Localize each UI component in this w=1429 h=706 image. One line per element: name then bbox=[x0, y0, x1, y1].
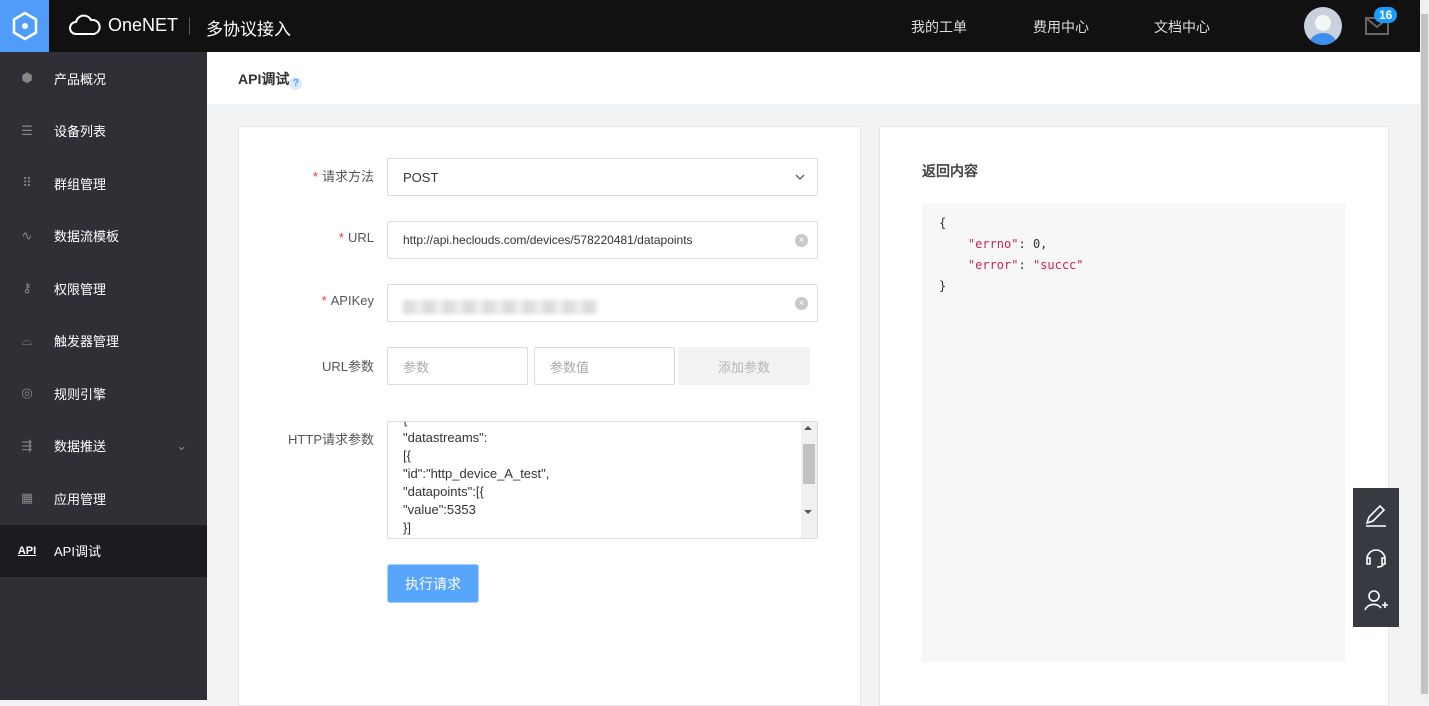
chevron-down-icon[interactable]: ⌄ bbox=[176, 438, 187, 454]
nav-tickets[interactable]: 我的工单 bbox=[911, 17, 967, 37]
sidebar-item-8[interactable]: ▦ 应用管理 bbox=[0, 472, 207, 525]
param-key-input[interactable]: 参数 bbox=[387, 347, 528, 385]
sidebar-item-1[interactable]: ☰ 设备列表 bbox=[0, 105, 207, 158]
request-panel bbox=[238, 126, 861, 706]
list-icon: ☰ bbox=[21, 122, 33, 138]
redacted-apikey bbox=[403, 300, 598, 314]
cube-icon: ⬢ bbox=[21, 70, 33, 86]
add-user-icon[interactable] bbox=[1363, 587, 1389, 613]
add-param-button[interactable]: 添加参数 bbox=[678, 347, 810, 385]
body-textarea[interactable]: { "datastreams": [{ "id":"http_device_A_… bbox=[387, 421, 818, 539]
sidebar-item-label: 数据流模板 bbox=[54, 229, 120, 245]
stream-icon: ∿ bbox=[21, 227, 33, 243]
page-title: API调试 bbox=[238, 71, 290, 87]
sidebar-item-label: API调试 bbox=[54, 544, 101, 560]
sidebar-item-0[interactable]: ⬢ 产品概况 bbox=[0, 52, 207, 105]
clear-icon[interactable]: × bbox=[795, 297, 808, 310]
sidebar-item-label: 数据推送 bbox=[54, 439, 107, 455]
execute-request-button[interactable]: 执行请求 bbox=[387, 564, 479, 603]
sidebar-item-3[interactable]: ∿ 数据流模板 bbox=[0, 210, 207, 263]
apikey-input[interactable]: × bbox=[387, 284, 818, 322]
grid-dots-icon: ⠿ bbox=[22, 175, 32, 191]
response-content: { "errno": 0, "error": "succc" } bbox=[922, 203, 1345, 662]
brand-logo[interactable]: OneNET bbox=[68, 14, 178, 36]
method-label: * 请求方法 bbox=[312, 169, 374, 184]
sidebar-item-label: 产品概况 bbox=[54, 71, 107, 87]
page-header: API调试? bbox=[207, 52, 1420, 104]
edit-icon[interactable] bbox=[1363, 502, 1389, 528]
sidebar-item-label: 应用管理 bbox=[54, 491, 107, 507]
top-bar: OneNET 多协议接入 我的工单 费用中心 文档中心 16 bbox=[0, 0, 1420, 52]
user-avatar-icon bbox=[1309, 15, 1337, 45]
sidebar-item-9[interactable]: API API调试 bbox=[0, 524, 207, 577]
home-logo-button[interactable] bbox=[0, 0, 49, 52]
nav-docs[interactable]: 文档中心 bbox=[1154, 17, 1210, 37]
avatar[interactable] bbox=[1304, 7, 1342, 45]
sidebar-item-label: 权限管理 bbox=[54, 281, 107, 297]
nav-billing[interactable]: 费用中心 bbox=[1033, 17, 1089, 37]
sidebar-item-6[interactable]: ◎ 规则引擎 bbox=[0, 367, 207, 420]
product-title: 多协议接入 bbox=[206, 20, 291, 39]
key-icon: ⚷ bbox=[22, 280, 32, 296]
floating-toolbar bbox=[1353, 488, 1399, 627]
trigger-icon: ⌓ bbox=[21, 332, 33, 348]
url-label: * URL bbox=[338, 230, 374, 245]
sidebar-item-7[interactable]: ⇶ 数据推送 ⌄ bbox=[0, 420, 207, 473]
textarea-scrollbar[interactable] bbox=[801, 422, 817, 538]
hexagon-icon bbox=[12, 11, 37, 41]
sidebar-item-label: 设备列表 bbox=[54, 124, 107, 140]
sidebar-item-4[interactable]: ⚷ 权限管理 bbox=[0, 262, 207, 315]
body-label: HTTP请求参数 bbox=[288, 432, 374, 447]
page-scrollbar[interactable] bbox=[1420, 0, 1429, 700]
apikey-label: * APIKey bbox=[321, 293, 374, 308]
sidebar: ⬢ 产品概况 ☰ 设备列表 ⠿ 群组管理 ∿ 数据流模板 ⚷ 权限管理 ⌓ 触发器管理 ◎ 规则引擎 ⇶ 数据… bbox=[0, 52, 207, 700]
push-icon: ⇶ bbox=[21, 437, 33, 453]
help-icon[interactable]: ? bbox=[289, 77, 303, 90]
chevron-down-icon bbox=[795, 174, 805, 181]
headset-icon[interactable] bbox=[1363, 544, 1389, 570]
apps-icon: ▦ bbox=[20, 490, 34, 506]
sidebar-item-label: 触发器管理 bbox=[54, 334, 120, 350]
param-value-input[interactable]: 参数值 bbox=[534, 347, 675, 385]
divider bbox=[189, 17, 190, 35]
url-params-label: URL参数 bbox=[321, 359, 374, 374]
clear-icon[interactable]: × bbox=[795, 234, 808, 247]
sidebar-item-label: 群组管理 bbox=[54, 176, 107, 192]
cloud-icon bbox=[69, 14, 101, 35]
url-input[interactable]: http://api.heclouds.com/devices/57822048… bbox=[387, 221, 818, 259]
sidebar-item-label: 规则引擎 bbox=[54, 386, 107, 402]
sidebar-item-2[interactable]: ⠿ 群组管理 bbox=[0, 157, 207, 210]
rule-icon: ◎ bbox=[21, 385, 33, 401]
mail-count-badge: 16 bbox=[1374, 7, 1398, 23]
sidebar-item-5[interactable]: ⌓ 触发器管理 bbox=[0, 315, 207, 368]
method-select[interactable]: POST bbox=[387, 158, 818, 196]
api-icon: API bbox=[17, 544, 37, 557]
response-title: 返回内容 bbox=[922, 163, 978, 179]
